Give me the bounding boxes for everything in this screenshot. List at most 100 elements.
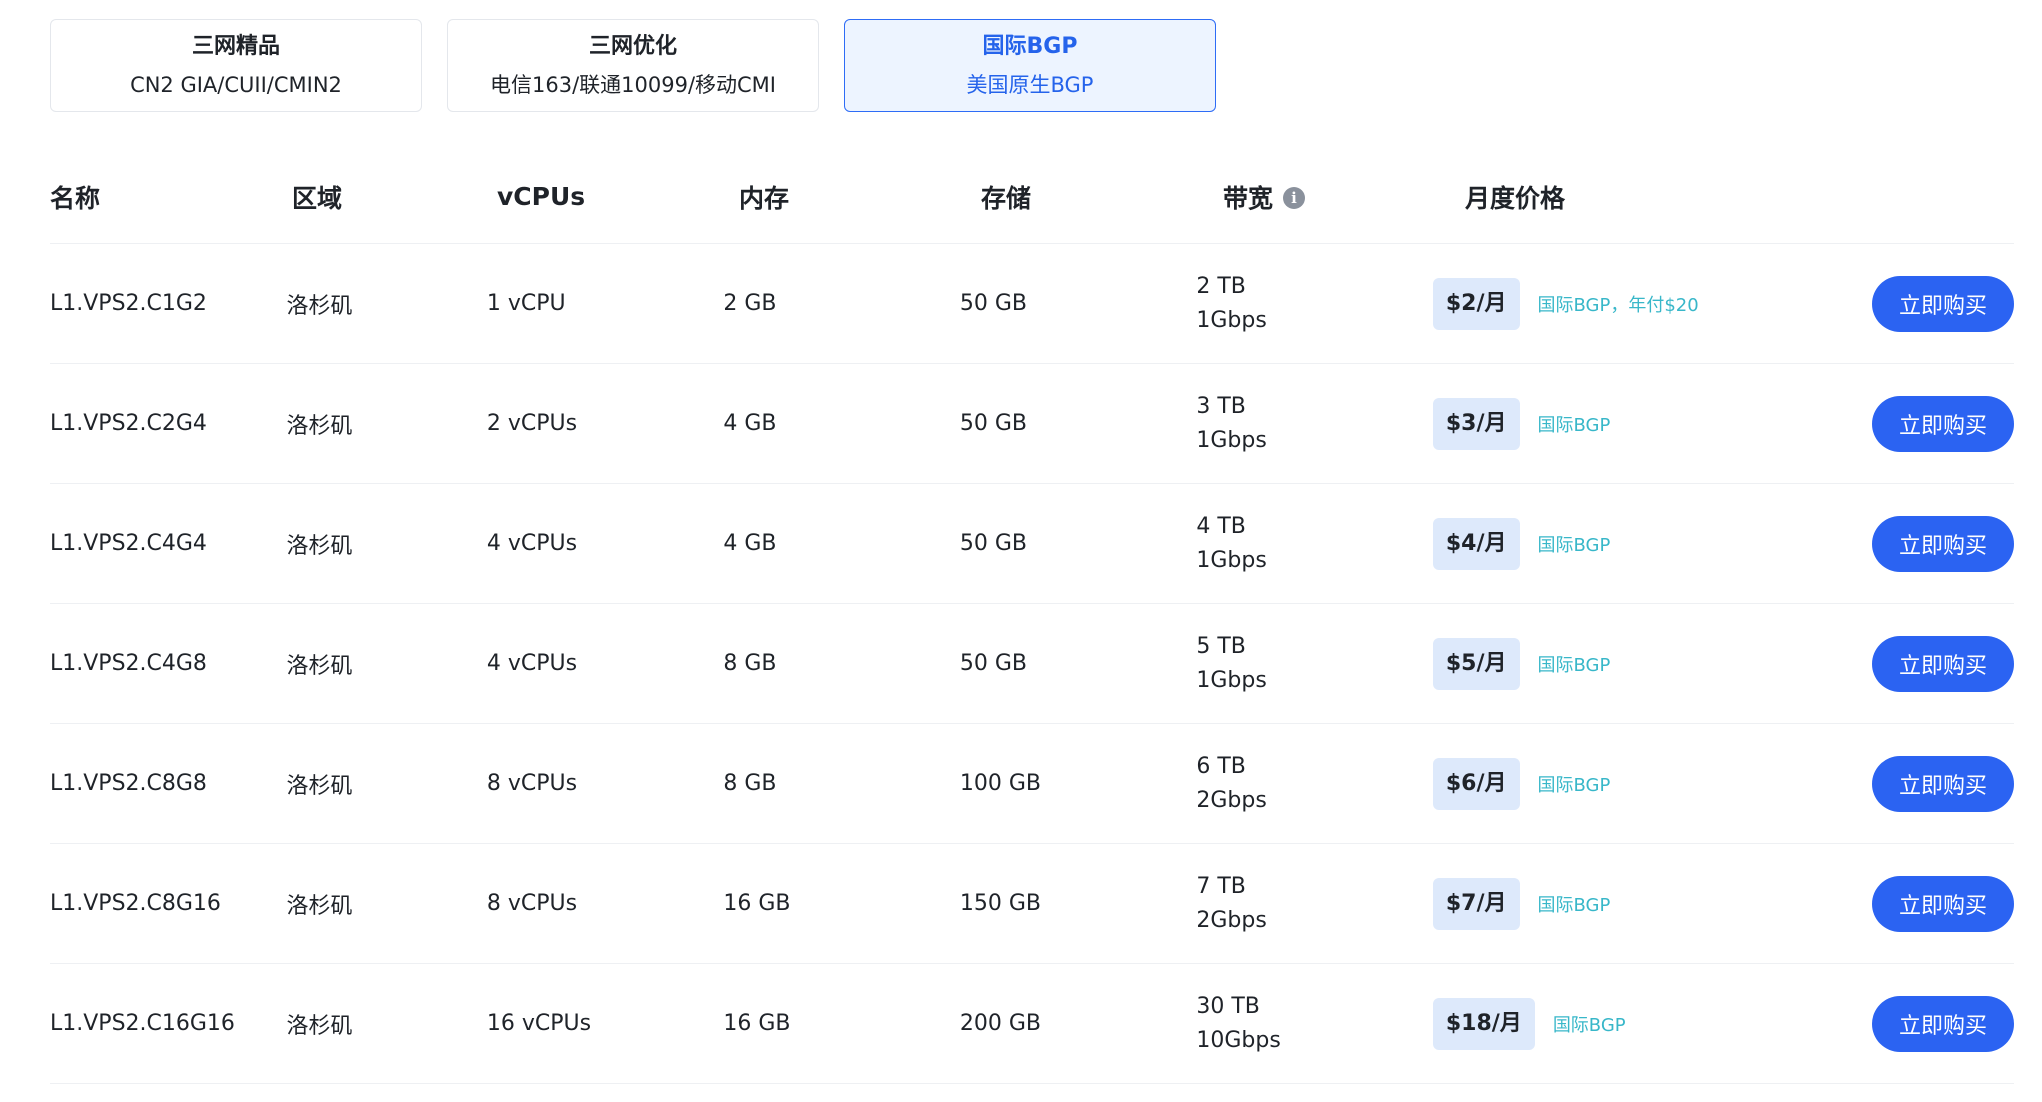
table-row: L1.VPS2.C2G4 洛杉矶 2 vCPUs 4 GB 50 GB 3 TB… xyxy=(50,364,2014,484)
tab-subtitle: 美国原生BGP xyxy=(966,72,1094,97)
plan-storage: 100 GB xyxy=(959,771,1041,796)
buy-now-button[interactable]: 立即购买 xyxy=(1871,395,2014,452)
price-badge: $5/月 xyxy=(1432,637,1520,690)
plan-traffic: 3 TB xyxy=(1196,393,1246,419)
plan-action-cell: 立即购买 xyxy=(1814,875,2014,932)
plan-name: L1.VPS2.C4G4 xyxy=(50,531,207,556)
table-header: 名称 区域 vCPUs 内存 存储 带宽 i 月度价格 xyxy=(50,150,2014,244)
plan-traffic: 7 TB xyxy=(1196,873,1246,899)
plan-storage: 150 GB xyxy=(959,891,1041,916)
plan-region: 洛杉矶 xyxy=(286,1013,353,1039)
price-badge: $7/月 xyxy=(1432,877,1520,930)
price-badge: $6/月 xyxy=(1432,757,1520,810)
plan-price-cell: $5/月 国际BGP xyxy=(1432,637,1814,690)
price-badge: $3/月 xyxy=(1432,397,1520,450)
plan-memory: 8 GB xyxy=(723,771,777,796)
plan-vcpus: 4 vCPUs xyxy=(486,651,578,676)
column-header-vcpus: vCPUs xyxy=(497,182,586,211)
buy-now-button[interactable]: 立即购买 xyxy=(1871,635,2014,692)
plan-storage: 50 GB xyxy=(959,651,1027,676)
plan-traffic: 2 TB xyxy=(1196,273,1246,299)
plan-action-cell: 立即购买 xyxy=(1814,995,2014,1052)
plan-price-cell: $18/月 国际BGP xyxy=(1432,997,1814,1050)
table-body: L1.VPS2.C1G2 洛杉矶 1 vCPU 2 GB 50 GB 2 TB … xyxy=(50,244,2014,1084)
tab-premium-three-network[interactable]: 三网精品 CN2 GIA/CUII/CMIN2 xyxy=(50,19,422,112)
plan-price-cell: $2/月 国际BGP，年付$20 xyxy=(1432,277,1814,330)
tab-title: 三网精品 xyxy=(191,33,280,59)
plan-bandwidth: 4 TB 1Gbps xyxy=(1196,510,1433,578)
buy-now-button[interactable]: 立即购买 xyxy=(1871,875,2014,932)
column-header-region: 区域 xyxy=(292,183,343,213)
price-note: 国际BGP xyxy=(1537,774,1611,796)
price-note: 国际BGP xyxy=(1537,414,1611,436)
plan-region: 洛杉矶 xyxy=(286,293,353,319)
table-row: L1.VPS2.C1G2 洛杉矶 1 vCPU 2 GB 50 GB 2 TB … xyxy=(50,244,2014,364)
table-row: L1.VPS2.C4G4 洛杉矶 4 vCPUs 4 GB 50 GB 4 TB… xyxy=(50,484,2014,604)
price-badge: $18/月 xyxy=(1432,997,1535,1050)
plan-traffic: 30 TB xyxy=(1196,993,1260,1019)
column-header-bandwidth: 带宽 i xyxy=(1223,179,1465,215)
plan-speed: 2Gbps xyxy=(1196,787,1267,813)
plan-storage: 50 GB xyxy=(959,291,1027,316)
price-note: 国际BGP，年付$20 xyxy=(1537,294,1699,316)
plan-bandwidth: 3 TB 1Gbps xyxy=(1196,390,1433,458)
plan-memory: 8 GB xyxy=(723,651,777,676)
plan-action-cell: 立即购买 xyxy=(1814,755,2014,812)
plan-price-cell: $4/月 国际BGP xyxy=(1432,517,1814,570)
price-note: 国际BGP xyxy=(1537,894,1611,916)
plan-memory: 4 GB xyxy=(723,411,777,436)
plan-region: 洛杉矶 xyxy=(286,773,353,799)
buy-now-button[interactable]: 立即购买 xyxy=(1871,275,2014,332)
info-icon[interactable]: i xyxy=(1283,186,1306,209)
price-note: 国际BGP xyxy=(1537,534,1611,556)
tab-title: 国际BGP xyxy=(982,33,1078,59)
tab-subtitle: CN2 GIA/CUII/CMIN2 xyxy=(130,72,342,97)
plan-speed: 10Gbps xyxy=(1196,1027,1281,1053)
plan-memory: 4 GB xyxy=(723,531,777,556)
plan-name: L1.VPS2.C1G2 xyxy=(50,291,207,316)
column-header-memory: 内存 xyxy=(739,183,790,213)
plan-region: 洛杉矶 xyxy=(286,893,353,919)
plan-vcpus: 16 vCPUs xyxy=(486,1011,592,1036)
table-row: L1.VPS2.C4G8 洛杉矶 4 vCPUs 8 GB 50 GB 5 TB… xyxy=(50,604,2014,724)
price-badge: $2/月 xyxy=(1432,277,1520,330)
column-header-price: 月度价格 xyxy=(1465,183,1566,213)
plan-speed: 2Gbps xyxy=(1196,907,1267,933)
price-badge: $4/月 xyxy=(1432,517,1520,570)
plan-region: 洛杉矶 xyxy=(286,653,353,679)
plan-memory: 2 GB xyxy=(723,291,777,316)
plan-price-cell: $6/月 国际BGP xyxy=(1432,757,1814,810)
tab-optimized-three-network[interactable]: 三网优化 电信163/联通10099/移动CMI xyxy=(447,19,819,112)
plan-speed: 1Gbps xyxy=(1196,547,1267,573)
price-note: 国际BGP xyxy=(1552,1014,1626,1036)
table-row: L1.VPS2.C16G16 洛杉矶 16 vCPUs 16 GB 200 GB… xyxy=(50,964,2014,1084)
plans-table: 名称 区域 vCPUs 内存 存储 带宽 i 月度价格 L1.VPS2.C1G2 … xyxy=(50,150,2014,1084)
plan-speed: 1Gbps xyxy=(1196,427,1267,453)
column-header-storage: 存储 xyxy=(981,183,1032,213)
plan-vcpus: 8 vCPUs xyxy=(486,771,578,796)
plan-traffic: 6 TB xyxy=(1196,753,1246,779)
column-header-bandwidth-label: 带宽 xyxy=(1223,183,1274,213)
plan-action-cell: 立即购买 xyxy=(1814,275,2014,332)
plan-name: L1.VPS2.C2G4 xyxy=(50,411,207,436)
plan-category-tabs: 三网精品 CN2 GIA/CUII/CMIN2 三网优化 电信163/联通100… xyxy=(50,19,1216,112)
plan-speed: 1Gbps xyxy=(1196,307,1267,333)
plan-region: 洛杉矶 xyxy=(286,533,353,559)
tab-international-bgp[interactable]: 国际BGP 美国原生BGP xyxy=(844,19,1216,112)
plan-storage: 50 GB xyxy=(959,531,1027,556)
price-note: 国际BGP xyxy=(1537,654,1611,676)
buy-now-button[interactable]: 立即购买 xyxy=(1871,515,2014,572)
buy-now-button[interactable]: 立即购买 xyxy=(1871,995,2014,1052)
plan-bandwidth: 30 TB 10Gbps xyxy=(1196,990,1433,1058)
plan-vcpus: 4 vCPUs xyxy=(486,531,578,556)
plan-vcpus: 1 vCPU xyxy=(486,291,566,316)
table-row: L1.VPS2.C8G8 洛杉矶 8 vCPUs 8 GB 100 GB 6 T… xyxy=(50,724,2014,844)
table-row: L1.VPS2.C8G16 洛杉矶 8 vCPUs 16 GB 150 GB 7… xyxy=(50,844,2014,964)
plan-traffic: 4 TB xyxy=(1196,513,1246,539)
plan-storage: 50 GB xyxy=(959,411,1027,436)
plan-storage: 200 GB xyxy=(959,1011,1041,1036)
plan-price-cell: $7/月 国际BGP xyxy=(1432,877,1814,930)
buy-now-button[interactable]: 立即购买 xyxy=(1871,755,2014,812)
plan-name: L1.VPS2.C8G8 xyxy=(50,771,207,796)
plan-name: L1.VPS2.C8G16 xyxy=(50,891,221,916)
